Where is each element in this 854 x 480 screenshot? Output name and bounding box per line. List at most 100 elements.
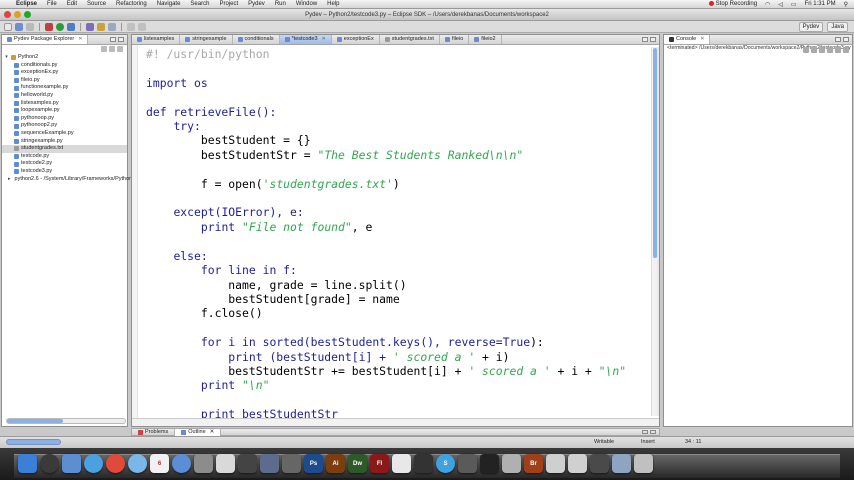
app-icon[interactable] [260, 454, 279, 473]
view-menu-icon[interactable] [117, 46, 123, 52]
terminate-icon[interactable] [803, 47, 809, 53]
tree-file[interactable]: sequenceExample.py [2, 130, 127, 138]
close-tab-icon[interactable]: ✕ [78, 35, 82, 44]
expand-icon[interactable]: ▸ [8, 176, 11, 184]
ichat-icon[interactable] [128, 454, 147, 473]
dreamweaver-icon[interactable]: Dw [348, 454, 367, 473]
clock[interactable]: Fri 1:31 PM [805, 1, 836, 7]
itunes-icon[interactable] [172, 454, 191, 473]
maximize-panel-icon[interactable] [843, 37, 849, 42]
search-icon[interactable] [108, 22, 116, 31]
menu-edit[interactable]: Edit [67, 1, 77, 7]
link-editor-icon[interactable] [109, 46, 115, 52]
minimize-panel-icon[interactable] [642, 37, 648, 42]
app-icon[interactable] [546, 454, 565, 473]
skype-icon[interactable]: S [436, 454, 455, 473]
print-icon[interactable] [26, 22, 34, 31]
app-menu[interactable]: Eclipse [16, 1, 37, 7]
tree-file[interactable]: exceptionEx.py [2, 69, 127, 77]
minimize-panel-icon[interactable] [110, 37, 116, 42]
menu-file[interactable]: File [47, 1, 57, 7]
debug-icon[interactable] [45, 22, 53, 31]
pin-console-icon[interactable] [835, 47, 841, 53]
spotlight-icon[interactable]: ⚲ [844, 1, 848, 8]
system-icon[interactable] [238, 454, 257, 473]
trash-icon[interactable] [634, 454, 653, 473]
tree-file[interactable]: loopexample.py [2, 107, 127, 115]
menu-run[interactable]: Run [275, 1, 286, 7]
editor-tab[interactable]: stringexample [180, 35, 233, 44]
display-console-icon[interactable] [843, 47, 849, 53]
perspective-pydev[interactable]: Pydev [798, 22, 824, 32]
terminal-icon[interactable] [480, 454, 499, 473]
heap-status[interactable] [6, 439, 61, 445]
preview-icon[interactable] [216, 454, 235, 473]
editor-tab[interactable]: exceptionEx [332, 35, 380, 44]
tab-package-explorer[interactable]: Pydev Package Explorer ✕ [2, 35, 89, 44]
battery-icon[interactable]: ▭ [791, 1, 797, 8]
new-icon[interactable] [4, 22, 12, 31]
flash-icon[interactable]: Fl [370, 454, 389, 473]
minimize-icon[interactable] [14, 11, 21, 18]
tab-problems[interactable]: Problems [132, 428, 176, 436]
maximize-panel-icon[interactable] [650, 430, 656, 434]
app-icon[interactable] [568, 454, 587, 473]
wifi-icon[interactable]: ◠ [765, 1, 770, 8]
open-folder-icon[interactable] [97, 22, 105, 31]
dashboard-icon[interactable] [40, 454, 59, 473]
expand-icon[interactable]: ▾ [4, 54, 9, 62]
bridge-icon[interactable]: Br [524, 454, 543, 473]
back-icon[interactable] [127, 22, 135, 31]
volume-icon[interactable]: ◁ [778, 1, 783, 8]
app-icon[interactable] [502, 454, 521, 473]
perspective-java[interactable]: Java [827, 22, 848, 32]
scrollbar-thumb[interactable] [7, 419, 63, 423]
menu-project[interactable]: Project [219, 1, 238, 7]
app-icon[interactable] [458, 454, 477, 473]
photoshop-icon[interactable]: Ps [304, 454, 323, 473]
maximize-panel-icon[interactable] [118, 37, 124, 42]
run-icon[interactable] [56, 22, 64, 31]
tree-file[interactable]: conditionals.py [2, 62, 127, 70]
safari-icon[interactable] [84, 454, 103, 473]
menu-refactoring[interactable]: Refactoring [116, 1, 147, 7]
chrome-icon[interactable] [106, 454, 125, 473]
menu-navigate[interactable]: Navigate [157, 1, 181, 7]
new-project-icon[interactable] [86, 22, 94, 31]
tree-file[interactable]: pythonoop.py [2, 115, 127, 123]
tree-file[interactable]: listexamples.py [2, 100, 127, 108]
tab-outline[interactable]: Outline ✕ [175, 428, 222, 436]
downloads-stack-icon[interactable] [590, 454, 609, 473]
tree-file[interactable]: fileio.py [2, 77, 127, 85]
tree-file[interactable]: helloworld.py [2, 92, 127, 100]
app-icon[interactable] [282, 454, 301, 473]
tree-file[interactable]: testcode3.py [2, 168, 127, 176]
documents-stack-icon[interactable] [612, 454, 631, 473]
scroll-lock-icon[interactable] [827, 47, 833, 53]
remove-launch-icon[interactable] [811, 47, 817, 53]
close-tab-icon[interactable]: ✕ [322, 35, 326, 44]
photos-icon[interactable] [194, 454, 213, 473]
mail-icon[interactable] [62, 454, 81, 473]
tree-file[interactable]: functionexample.py [2, 84, 127, 92]
tree-file-selected[interactable]: studentgrades.txt [2, 145, 127, 153]
tree-file[interactable]: stringexample.py [2, 138, 127, 146]
save-icon[interactable] [15, 22, 23, 31]
minimize-panel-icon[interactable] [835, 37, 841, 42]
editor-tab[interactable]: conditionals [233, 35, 280, 44]
close-tab-icon[interactable]: ✕ [210, 429, 215, 436]
editor-tab[interactable]: studentgrades.txt [380, 35, 440, 44]
tree-library[interactable]: ▸ python2.6 - /System/Library/Frameworks… [2, 176, 159, 184]
tab-console[interactable]: Console ✕ [664, 35, 711, 44]
close-icon[interactable] [4, 11, 11, 18]
tree-project-python2[interactable]: ▾ Python2 [2, 54, 127, 62]
restore-panel-icon[interactable] [642, 430, 648, 434]
tree-file[interactable]: pythonoop2.py [2, 122, 127, 130]
editor-tab[interactable]: fileio2 [469, 35, 502, 44]
editor-tab[interactable]: fileio [440, 35, 470, 44]
external-tools-icon[interactable] [67, 22, 75, 31]
source-code[interactable]: #! /usr/bin/python import os def retriev… [146, 47, 645, 422]
zoom-icon[interactable] [24, 11, 31, 18]
editor-tab[interactable]: listexamples [132, 35, 181, 44]
clear-console-icon[interactable] [819, 47, 825, 53]
